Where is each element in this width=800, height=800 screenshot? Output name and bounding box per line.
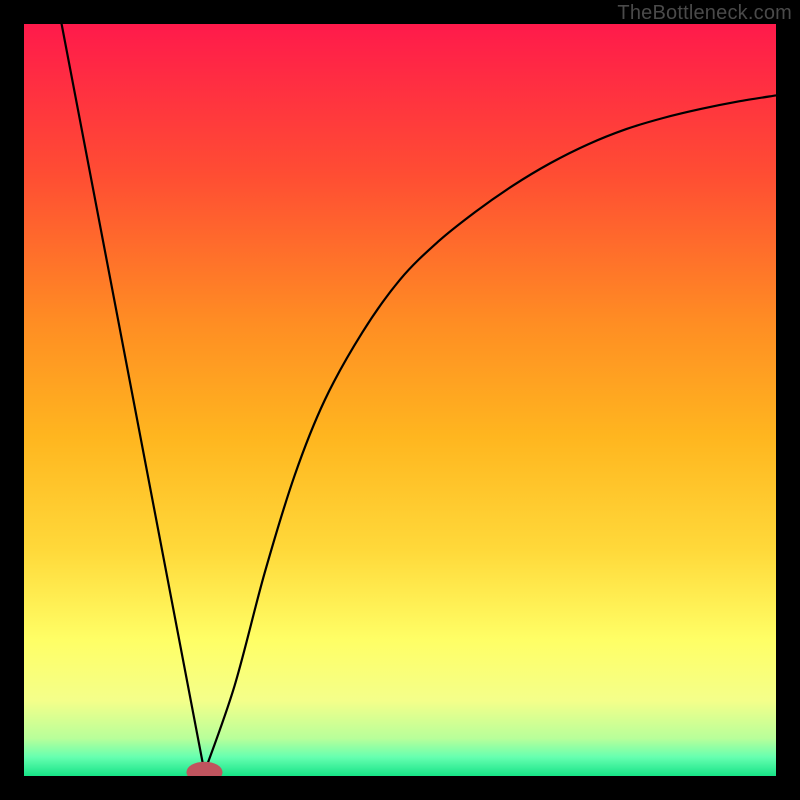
chart-frame bbox=[24, 24, 776, 776]
watermark-text: TheBottleneck.com bbox=[617, 2, 792, 25]
bottleneck-chart bbox=[24, 24, 776, 776]
chart-background bbox=[24, 24, 776, 776]
